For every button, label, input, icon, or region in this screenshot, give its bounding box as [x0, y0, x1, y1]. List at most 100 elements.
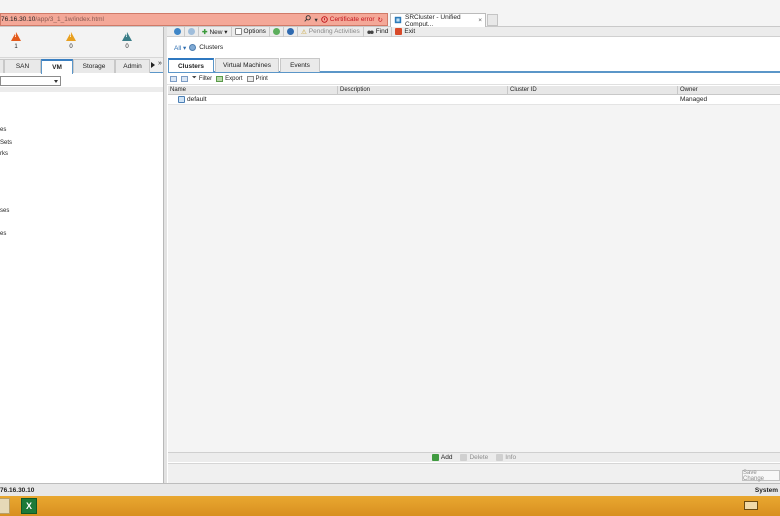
minor-alarm-count: 0	[125, 44, 129, 50]
breadcrumb: All ▾ Clusters	[167, 37, 780, 58]
refresh-button[interactable]	[270, 26, 284, 37]
expand-all-button[interactable]	[170, 75, 177, 82]
table-actions: Add Delete Info	[168, 452, 780, 462]
add-label: Add	[440, 454, 453, 461]
cluster-name: default	[187, 96, 207, 103]
tab-scroll-right-icon[interactable]	[151, 62, 155, 68]
column-header-cluster-id[interactable]: Cluster ID	[508, 86, 678, 94]
add-button[interactable]: Add	[431, 454, 453, 461]
help-icon	[286, 28, 294, 35]
tab-close-icon[interactable]: ×	[478, 17, 482, 24]
exit-label: Exit	[404, 28, 416, 35]
export-icon	[216, 75, 224, 82]
tree-item[interactable]: es	[0, 127, 6, 133]
column-header-owner[interactable]: Owner	[678, 86, 780, 94]
cell-owner: Managed	[680, 96, 708, 103]
os-taskbar: X	[0, 496, 780, 516]
tree-item[interactable]: ses	[0, 208, 9, 214]
tree-item[interactable]: rks	[0, 151, 8, 157]
minor-alarm[interactable]: 0	[117, 32, 137, 50]
back-button[interactable]	[171, 26, 185, 37]
new-label: New ▾	[209, 28, 228, 36]
tab-admin[interactable]: Admin	[115, 59, 150, 73]
table-row[interactable]: default Managed	[168, 95, 780, 105]
info-button[interactable]: Info	[496, 454, 516, 461]
collapse-all-button[interactable]	[181, 75, 188, 82]
save-bar: Save Change	[168, 463, 780, 483]
options-button[interactable]: Options	[232, 26, 270, 37]
url-host: 76.16.30.10	[1, 16, 36, 23]
tree-header	[0, 87, 163, 92]
pending-activities-label: Pending Activities	[308, 28, 360, 35]
dropdown-arrow-icon[interactable]: ▾	[314, 16, 317, 24]
critical-alarm-icon	[11, 32, 21, 41]
forward-button[interactable]	[185, 26, 199, 37]
tree-item[interactable]: es	[0, 231, 6, 237]
cluster-icon	[189, 44, 197, 51]
major-alarm-icon	[66, 32, 76, 41]
tab-vm[interactable]: VM	[41, 59, 73, 74]
column-header-name[interactable]: Name	[168, 86, 338, 94]
options-label: Options	[243, 28, 266, 35]
printer-icon	[246, 75, 254, 82]
tab-storage[interactable]: Storage	[73, 59, 115, 73]
help-button[interactable]	[284, 26, 298, 37]
address-bar[interactable]: 76.16.30.10 /app/3_1_1w/index.html ▾ Cer…	[0, 13, 388, 26]
filter-select[interactable]	[0, 76, 61, 86]
exit-button[interactable]: Exit	[392, 27, 418, 37]
search-icon[interactable]	[304, 15, 312, 24]
refresh-icon	[272, 28, 280, 35]
warning-icon: ⚠	[300, 28, 307, 36]
new-tab-button[interactable]	[487, 14, 498, 26]
tab-more-button[interactable]: »	[158, 60, 162, 67]
browser-chrome: 76.16.30.10 /app/3_1_1w/index.html ▾ Cer…	[0, 0, 780, 28]
critical-alarm[interactable]: 1	[6, 32, 26, 50]
delete-button[interactable]: Delete	[460, 454, 488, 461]
taskbar-app-icon[interactable]	[0, 498, 10, 514]
tab-san[interactable]: SAN	[4, 59, 41, 73]
tree-item[interactable]: Sets	[0, 140, 12, 146]
excel-icon[interactable]: X	[21, 498, 37, 514]
address-tools: ▾ Certificate error ↻	[304, 15, 383, 24]
binoculars-icon	[367, 30, 374, 34]
pending-activities-button[interactable]: ⚠ Pending Activities	[298, 26, 364, 37]
breadcrumb-all-dropdown[interactable]: All ▾	[174, 44, 186, 52]
clusters-table: Name Description Cluster ID Owner defaul…	[168, 86, 780, 453]
print-label: Print	[255, 75, 268, 82]
info-label: Info	[505, 454, 517, 461]
keyboard-icon[interactable]	[744, 501, 758, 510]
refresh-icon[interactable]: ↻	[378, 16, 383, 24]
status-bar: 76.16.30.10 System	[0, 483, 780, 496]
breadcrumb-current: Clusters	[199, 44, 224, 51]
new-menu-button[interactable]: ✚ New ▾	[199, 26, 232, 37]
tab-virtual-machines[interactable]: Virtual Machines	[215, 58, 279, 72]
expand-icon	[170, 75, 177, 82]
url-path: /app/3_1_1w/index.html	[35, 16, 104, 23]
navigation-tabs: SAN VM Storage Admin »	[0, 58, 163, 74]
tab-clusters[interactable]: Clusters	[168, 58, 214, 72]
cell-cluster-id	[508, 95, 678, 104]
browser-tab-title: SRCluster - Unified Comput...	[405, 13, 461, 28]
filter-button[interactable]: ⏷ Filter	[192, 75, 212, 82]
content-tabs: Clusters Virtual Machines Events	[168, 58, 780, 73]
content-panel: ✚ New ▾ Options ⚠ Pending Activities Fin…	[167, 26, 780, 483]
browser-tab[interactable]: SRCluster - Unified Comput... ×	[390, 13, 486, 28]
find-button[interactable]: Find	[364, 26, 393, 37]
collapse-icon	[181, 75, 188, 82]
cluster-icon	[178, 96, 185, 103]
status-host: 76.16.30.10	[0, 487, 35, 494]
table-header: Name Description Cluster ID Owner	[168, 86, 780, 95]
minor-alarm-icon	[122, 32, 132, 41]
print-button[interactable]: Print	[246, 75, 268, 82]
document-icon	[234, 28, 242, 35]
save-changes-button[interactable]: Save Change	[742, 470, 780, 482]
export-button[interactable]: Export	[216, 75, 243, 82]
chevron-down-icon	[54, 80, 58, 83]
filter-label: Filter	[198, 75, 213, 82]
major-alarm-count: 0	[69, 44, 73, 50]
certificate-error[interactable]: Certificate error	[320, 16, 375, 23]
tab-events[interactable]: Events	[280, 58, 320, 72]
major-alarm[interactable]: 0	[61, 32, 81, 50]
column-header-description[interactable]: Description	[338, 86, 508, 94]
site-favicon-icon	[394, 16, 402, 26]
